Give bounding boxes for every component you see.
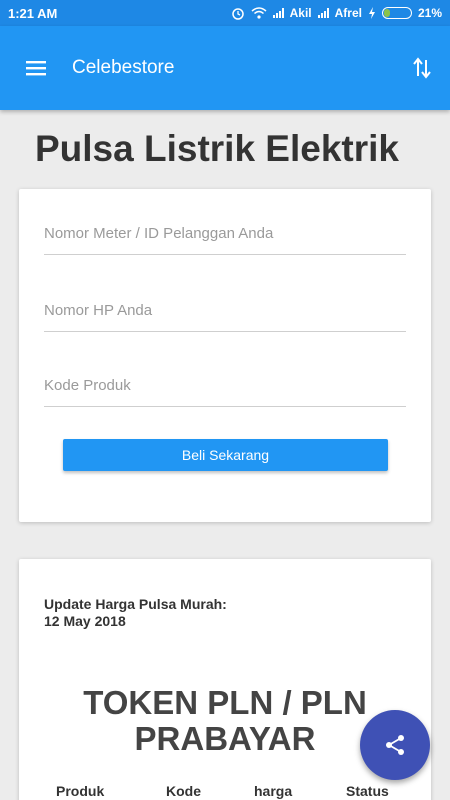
status-bar: 1:21 AM Akil Afrel 21%	[0, 0, 450, 26]
wifi-icon	[251, 7, 267, 19]
share-icon	[386, 735, 404, 755]
update-date: 12 May 2018	[44, 613, 126, 629]
column-header-harga: harga	[254, 783, 293, 799]
app-title: Celebestore	[72, 57, 175, 78]
app-bar: Celebestore	[0, 26, 450, 110]
phone-number-placeholder: Nomor HP Anda	[44, 302, 153, 319]
meter-id-placeholder: Nomor Meter / ID Pelanggan Anda	[44, 225, 274, 242]
price-update-info: Update Harga Pulsa Murah: 12 May 2018	[44, 596, 227, 630]
section-title-line-1: TOKEN PLN / PLN	[83, 684, 367, 721]
column-header-kode: Kode	[166, 783, 201, 799]
product-code-placeholder: Kode Produk	[44, 377, 131, 394]
signal-icon	[317, 8, 329, 18]
update-label: Update Harga Pulsa Murah:	[44, 596, 227, 612]
product-code-input[interactable]: Kode Produk	[44, 367, 406, 407]
signal-icon	[272, 8, 284, 18]
carrier-2: Afrel	[334, 6, 362, 20]
purchase-form-card: Nomor Meter / ID Pelanggan Anda Nomor HP…	[19, 189, 431, 522]
column-header-produk: Produk	[56, 783, 105, 799]
alarm-icon	[231, 8, 244, 20]
phone-number-input[interactable]: Nomor HP Anda	[44, 292, 406, 332]
buy-now-button[interactable]: Beli Sekarang	[63, 439, 388, 471]
carrier-1: Akil	[289, 6, 312, 20]
page-title: Pulsa Listrik Elektrik	[34, 128, 399, 169]
menu-button[interactable]	[0, 26, 72, 110]
meter-id-input[interactable]: Nomor Meter / ID Pelanggan Anda	[44, 215, 406, 255]
swap-button[interactable]	[394, 26, 450, 110]
battery-icon	[381, 7, 412, 19]
battery-level: 21%	[417, 6, 442, 20]
status-time: 1:21 AM	[8, 5, 58, 21]
status-icons: Akil Afrel 21%	[231, 6, 442, 20]
column-header-status: Status	[346, 783, 389, 799]
share-fab-button[interactable]	[360, 710, 430, 780]
charging-icon	[368, 7, 375, 19]
swap-vertical-icon	[413, 57, 431, 79]
hamburger-menu-icon	[26, 61, 46, 76]
